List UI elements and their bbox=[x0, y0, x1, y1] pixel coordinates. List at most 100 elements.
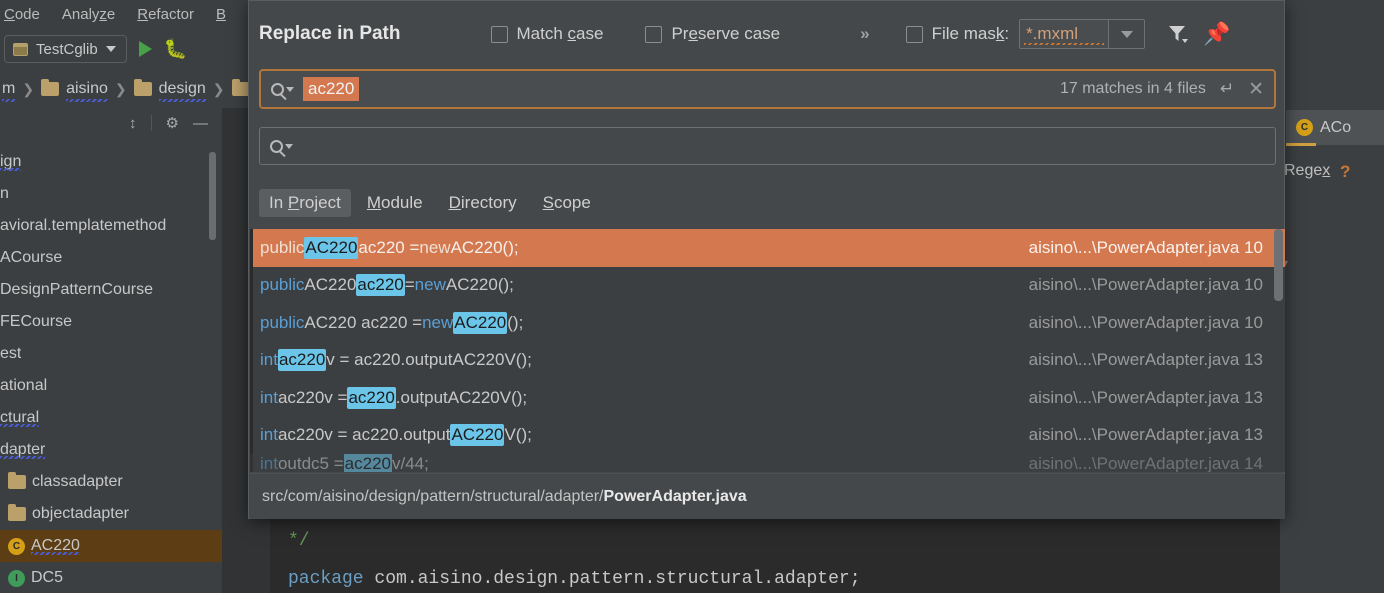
tree-item-objectadapter[interactable]: objectadapter bbox=[0, 498, 222, 530]
tree-item-3[interactable]: ACourse bbox=[0, 242, 222, 274]
search-results-list[interactable]: public AC220 ac220 = new AC220(); aisino… bbox=[250, 229, 1285, 472]
code-token: ac220v = bbox=[277, 387, 348, 407]
result-line-number: 10 bbox=[1244, 275, 1263, 295]
result-line-number: 13 bbox=[1244, 350, 1263, 370]
code-token: int bbox=[260, 350, 278, 370]
checkbox-box[interactable] bbox=[645, 25, 663, 43]
match-count-label: 17 matches in 4 files bbox=[1059, 80, 1206, 97]
tree-item-dc5[interactable]: I DC5 bbox=[0, 562, 222, 593]
tab-in-project[interactable]: In Project bbox=[259, 189, 351, 217]
chevron-down-icon[interactable] bbox=[285, 143, 293, 149]
match-case-checkbox[interactable]: Match case bbox=[490, 24, 603, 44]
result-path-text: aisino\...\PowerAdapter.java bbox=[1028, 454, 1240, 472]
class-c-icon: C bbox=[1296, 119, 1313, 136]
tree-item-ac220[interactable]: C AC220 bbox=[0, 530, 222, 562]
run-configuration-selector[interactable]: TestCglib bbox=[4, 35, 127, 63]
file-mask-combobox[interactable]: *.mxml bbox=[1019, 19, 1146, 49]
code-token: v = ac220.outputAC220V(); bbox=[326, 350, 532, 370]
code-token: public bbox=[260, 312, 305, 332]
code-token: new bbox=[419, 237, 451, 257]
code-token: v/44; bbox=[392, 454, 429, 472]
result-path-text: aisino\...\PowerAdapter.java bbox=[1028, 350, 1240, 370]
search-magnifier-icon bbox=[271, 82, 284, 96]
tree-item-label: AC220 bbox=[31, 537, 80, 555]
result-file-path: aisino\...\PowerAdapter.java 10 bbox=[1029, 238, 1263, 258]
menu-item-build[interactable]: B bbox=[216, 6, 226, 23]
tree-item-label: ign bbox=[0, 153, 22, 171]
file-mask-input[interactable]: *.mxml bbox=[1020, 20, 1109, 48]
editor-tab[interactable]: C ACo bbox=[1286, 110, 1384, 145]
search-input-field[interactable]: ac220 17 matches in 4 files ↵ ✕ bbox=[259, 69, 1276, 109]
menu-item-refactor[interactable]: Refactor bbox=[137, 6, 194, 23]
table-row[interactable]: int ac220v = ac220.outputAC220V(); aisin… bbox=[250, 379, 1285, 417]
divider bbox=[150, 115, 152, 131]
tree-item-label: dapter bbox=[0, 441, 46, 459]
menu-item-code[interactable]: Code bbox=[4, 6, 40, 23]
match-highlight: ac220 bbox=[343, 454, 392, 472]
breadcrumb-item-0[interactable]: m bbox=[2, 80, 16, 102]
checkbox-box[interactable] bbox=[905, 25, 923, 43]
results-scrollbar[interactable] bbox=[1274, 229, 1283, 301]
menu-item-analyze[interactable]: Analyze bbox=[62, 6, 115, 23]
tree-item-8[interactable]: ctural bbox=[0, 402, 222, 434]
table-row[interactable]: int ac220v = ac220.outputAC220V(); aisin… bbox=[250, 341, 1285, 380]
code-token: AC220(); bbox=[450, 237, 519, 257]
breadcrumb-item-2[interactable]: design bbox=[158, 80, 206, 102]
chevron-down-icon[interactable] bbox=[286, 86, 294, 92]
table-row[interactable]: public AC220 ac220 = new AC220(); aisino… bbox=[250, 266, 1285, 305]
preserve-case-checkbox[interactable]: Preserve case bbox=[645, 24, 780, 44]
code-token: AC220 bbox=[304, 275, 357, 295]
tree-item-label: ctural bbox=[0, 409, 40, 427]
tree-item-9[interactable]: dapter bbox=[0, 434, 222, 466]
table-row[interactable]: int outdc5 = ac220 v/44; aisino\...\Power… bbox=[250, 454, 1285, 472]
result-code-snippet: int outdc5 = ac220 v/44; bbox=[260, 454, 429, 472]
tab-active-underline bbox=[1286, 143, 1316, 146]
tree-item-2[interactable]: avioral.templatemethod bbox=[0, 210, 222, 242]
project-sidebar: ↕ ⚙ — ign n avioral.templatemethod ACour… bbox=[0, 108, 222, 593]
tree-item-5[interactable]: FECourse bbox=[0, 306, 222, 338]
tree-item-label: FECourse bbox=[0, 313, 73, 330]
tree-item-6[interactable]: est bbox=[0, 338, 222, 370]
regex-checkbox-label[interactable]: Regex bbox=[1284, 162, 1330, 180]
search-input-value[interactable]: ac220 bbox=[303, 77, 360, 101]
clear-search-icon[interactable]: ✕ bbox=[1248, 78, 1264, 101]
breadcrumb-item-1[interactable]: aisino bbox=[66, 80, 108, 102]
match-highlight: ac220 bbox=[277, 349, 327, 372]
checkbox-box[interactable] bbox=[490, 25, 508, 43]
help-question-icon[interactable]: ? bbox=[1340, 162, 1350, 182]
file-mask-checkbox[interactable]: File mask: bbox=[905, 24, 1009, 44]
sidebar-scrollbar[interactable] bbox=[209, 152, 216, 240]
tab-scope[interactable]: Scope bbox=[533, 189, 601, 217]
pin-icon[interactable]: 📌 bbox=[1203, 23, 1230, 45]
result-line-number: 10 bbox=[1244, 312, 1263, 332]
replace-input-field[interactable] bbox=[259, 127, 1276, 165]
table-row[interactable]: public AC220 ac220 = new AC220(); aisino… bbox=[250, 304, 1285, 342]
scope-tab-bar: In Project Module Directory Scope bbox=[259, 189, 601, 217]
hide-panel-icon[interactable]: — bbox=[193, 116, 208, 131]
result-path-text: aisino\...\PowerAdapter.java bbox=[1028, 275, 1240, 295]
code-token: AC220(); bbox=[445, 275, 514, 295]
tree-item-7[interactable]: ational bbox=[0, 370, 222, 402]
tab-directory[interactable]: Directory bbox=[439, 189, 527, 217]
tree-item-4[interactable]: DesignPatternCourse bbox=[0, 274, 222, 306]
code-token: .outputAC220V(); bbox=[395, 387, 528, 407]
tree-item-1[interactable]: n bbox=[0, 178, 222, 210]
filter-funnel-icon[interactable] bbox=[1167, 24, 1189, 44]
result-file-path: aisino\...\PowerAdapter.java 13 bbox=[1029, 388, 1263, 408]
run-triangle-icon[interactable] bbox=[138, 41, 152, 57]
file-mask-dropdown-button[interactable] bbox=[1108, 20, 1145, 48]
collapse-all-icon[interactable]: ↕ bbox=[129, 116, 137, 131]
more-options-chevron-icon[interactable]: » bbox=[854, 24, 875, 44]
result-file-path: aisino\...\PowerAdapter.java 10 bbox=[1029, 313, 1263, 333]
table-row[interactable]: public AC220 ac220 = new AC220(); aisino… bbox=[250, 229, 1285, 267]
tab-module[interactable]: Module bbox=[357, 189, 433, 217]
tree-item-classadapter[interactable]: classadapter bbox=[0, 466, 222, 498]
debug-bug-icon[interactable]: 🐛 bbox=[164, 40, 188, 59]
tree-item-label: ational bbox=[0, 377, 48, 394]
settings-gear-icon[interactable]: ⚙ bbox=[166, 116, 179, 131]
filter-funnel-svg bbox=[1169, 26, 1189, 43]
table-row[interactable]: int ac220v = ac220.outputAC220V(); aisin… bbox=[250, 416, 1285, 455]
code-token: public bbox=[260, 237, 305, 257]
code-token: (); bbox=[507, 312, 524, 332]
tree-item-0[interactable]: ign bbox=[0, 146, 222, 178]
